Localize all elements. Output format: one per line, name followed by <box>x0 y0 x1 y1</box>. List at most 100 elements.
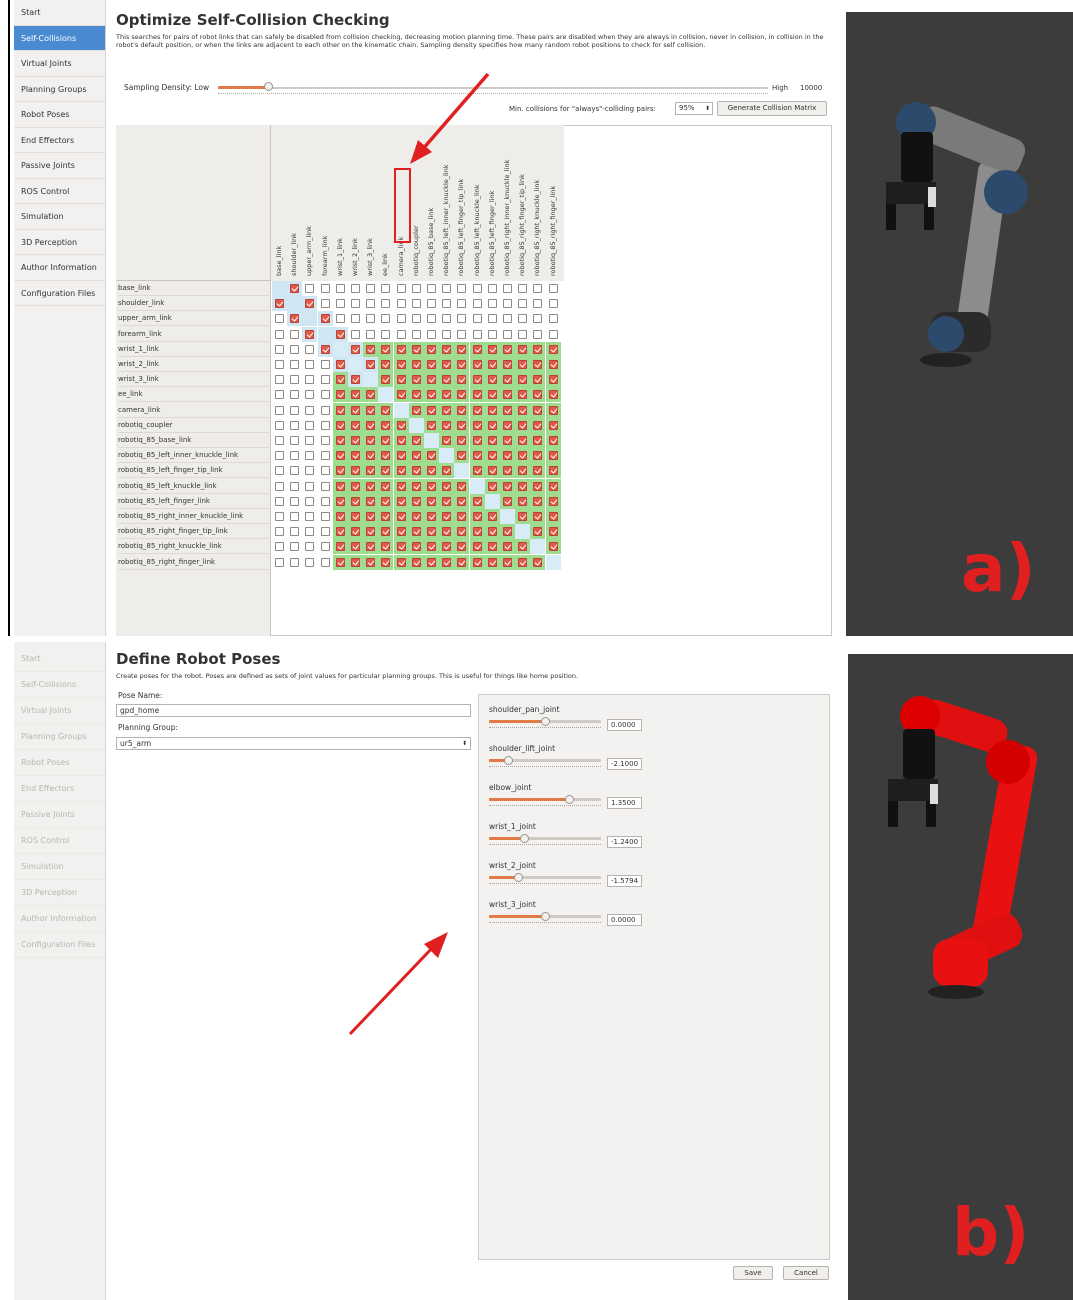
collision-checkbox[interactable] <box>533 314 543 324</box>
matrix-cell[interactable] <box>484 524 500 540</box>
matrix-cell[interactable] <box>393 478 409 494</box>
matrix-cell[interactable] <box>318 555 333 570</box>
matrix-cell[interactable] <box>469 372 485 388</box>
matrix-cell[interactable] <box>378 463 394 479</box>
matrix-cell[interactable] <box>500 448 515 464</box>
collision-checkbox[interactable] <box>442 542 452 552</box>
collision-checkbox[interactable] <box>518 420 528 430</box>
matrix-cell[interactable] <box>363 327 378 342</box>
matrix-cell[interactable] <box>500 296 515 311</box>
matrix-cell[interactable] <box>515 281 530 296</box>
collision-checkbox[interactable] <box>275 542 284 552</box>
joint-slider[interactable] <box>489 873 601 882</box>
matrix-cell[interactable] <box>302 448 317 463</box>
collision-checkbox[interactable] <box>381 481 391 491</box>
matrix-cell[interactable] <box>287 403 302 418</box>
matrix-cell[interactable] <box>500 327 515 342</box>
collision-checkbox[interactable] <box>381 360 391 369</box>
collision-checkbox[interactable] <box>320 405 330 415</box>
matrix-cell[interactable] <box>287 357 302 372</box>
collision-checkbox[interactable] <box>335 390 345 400</box>
matrix-cell[interactable] <box>484 433 500 448</box>
matrix-cell[interactable] <box>318 433 333 448</box>
collision-checkbox[interactable] <box>411 527 421 537</box>
collision-checkbox[interactable] <box>457 314 467 324</box>
matrix-cell[interactable] <box>302 494 317 509</box>
matrix-cell[interactable] <box>484 478 500 494</box>
matrix-cell[interactable] <box>272 555 287 570</box>
matrix-cell[interactable] <box>302 387 317 402</box>
collision-checkbox[interactable] <box>548 481 558 491</box>
collision-checkbox[interactable] <box>487 512 497 521</box>
matrix-cell[interactable] <box>363 554 379 570</box>
collision-checkbox[interactable] <box>351 390 360 400</box>
collision-checkbox[interactable] <box>427 405 436 415</box>
matrix-cell[interactable] <box>333 296 348 311</box>
collision-checkbox[interactable] <box>427 451 436 461</box>
matrix-cell[interactable] <box>332 402 348 418</box>
collision-checkbox[interactable] <box>366 390 376 400</box>
matrix-cell[interactable] <box>302 539 317 554</box>
matrix-cell[interactable] <box>545 478 561 494</box>
matrix-cell[interactable] <box>332 554 348 570</box>
sidebar-item-start[interactable]: Start <box>14 646 105 672</box>
collision-checkbox[interactable] <box>518 557 528 567</box>
sidebar-item-robot-poses[interactable]: Robot Poses <box>14 750 105 776</box>
matrix-cell[interactable] <box>302 418 317 433</box>
matrix-cell[interactable] <box>424 524 439 540</box>
matrix-cell[interactable] <box>439 341 455 357</box>
collision-checkbox[interactable] <box>305 557 315 567</box>
matrix-cell[interactable] <box>409 327 424 342</box>
matrix-cell[interactable] <box>454 478 470 494</box>
collision-checkbox[interactable] <box>351 527 360 537</box>
sidebar-item-end-effectors[interactable]: End Effectors <box>14 128 105 153</box>
matrix-cell[interactable] <box>408 372 424 388</box>
collision-checkbox[interactable] <box>427 329 436 339</box>
collision-checkbox[interactable] <box>457 542 467 552</box>
matrix-cell[interactable] <box>424 296 439 311</box>
min-collisions-spinbox[interactable]: 95% ⬍ <box>675 102 713 115</box>
matrix-cell[interactable] <box>287 448 302 463</box>
dropdown-arrows-icon[interactable]: ⬍ <box>462 738 467 749</box>
matrix-cell[interactable] <box>515 554 531 570</box>
collision-checkbox[interactable] <box>548 451 558 461</box>
collision-checkbox[interactable] <box>472 527 482 537</box>
robot-3d-view[interactable]: b) <box>848 654 1073 1300</box>
collision-checkbox[interactable] <box>396 466 406 476</box>
collision-checkbox[interactable] <box>275 299 284 309</box>
matrix-cell[interactable] <box>318 418 333 433</box>
collision-checkbox[interactable] <box>533 329 543 339</box>
matrix-cell[interactable] <box>393 433 409 448</box>
matrix-cell[interactable] <box>500 387 515 403</box>
collision-checkbox[interactable] <box>335 557 345 567</box>
collision-checkbox[interactable] <box>533 451 543 461</box>
sidebar-item-self-collisions[interactable]: Self-Collisions <box>14 25 105 51</box>
collision-checkbox[interactable] <box>335 436 345 445</box>
matrix-cell[interactable] <box>530 448 546 464</box>
collision-checkbox[interactable] <box>305 375 315 385</box>
collision-checkbox[interactable] <box>533 360 543 369</box>
matrix-cell[interactable] <box>348 402 363 418</box>
matrix-cell[interactable] <box>302 479 317 494</box>
matrix-cell[interactable] <box>348 311 363 326</box>
matrix-cell[interactable] <box>363 493 379 509</box>
collision-checkbox[interactable] <box>396 314 406 324</box>
matrix-cell[interactable] <box>302 509 317 524</box>
collision-checkbox[interactable] <box>381 557 391 567</box>
matrix-cell[interactable] <box>332 372 348 388</box>
collision-checkbox[interactable] <box>411 405 421 415</box>
collision-checkbox[interactable] <box>411 314 421 324</box>
collision-checkbox[interactable] <box>518 360 528 369</box>
matrix-cell[interactable] <box>363 433 379 448</box>
matrix-cell[interactable] <box>272 494 287 509</box>
matrix-cell[interactable] <box>424 478 439 494</box>
matrix-cell[interactable] <box>484 341 500 357</box>
matrix-cell[interactable] <box>363 463 379 479</box>
collision-checkbox[interactable] <box>548 314 558 324</box>
collision-checkbox[interactable] <box>275 527 284 537</box>
collision-checkbox[interactable] <box>381 329 391 339</box>
matrix-cell[interactable] <box>454 357 470 372</box>
joint-value-field[interactable]: 0.0000 <box>607 719 642 731</box>
collision-checkbox[interactable] <box>427 420 436 430</box>
collision-checkbox[interactable] <box>320 284 330 293</box>
